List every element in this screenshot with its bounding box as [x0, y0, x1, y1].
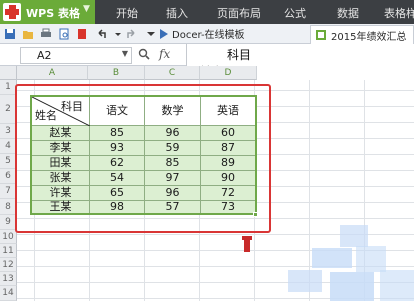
- watermark-block: [330, 272, 374, 301]
- name-box[interactable]: A2 ▼: [20, 47, 132, 64]
- export-pdf-icon[interactable]: [76, 28, 88, 40]
- insert-function-button[interactable]: fx: [159, 47, 170, 61]
- formula-bar: A2 ▼ fx 科目 姓名: [0, 44, 414, 79]
- watermark-block: [356, 246, 386, 272]
- row-header[interactable]: 10: [0, 230, 17, 244]
- row-header[interactable]: 12: [0, 258, 17, 272]
- document-tab-label: 2015年绩效汇总: [331, 32, 407, 43]
- wps-logo-icon: [3, 3, 21, 21]
- watermark-block: [288, 270, 322, 292]
- watermark-block: [312, 248, 352, 268]
- watermark-block: [340, 225, 368, 247]
- zoom-icon[interactable]: [138, 48, 150, 60]
- row-header[interactable]: 14: [0, 286, 17, 301]
- customize-toolbar-icon[interactable]: [145, 28, 157, 40]
- docer-icon: [160, 29, 168, 39]
- tab-page-layout[interactable]: 页面布局: [217, 5, 261, 21]
- column-header-a[interactable]: A: [17, 66, 88, 80]
- save-icon[interactable]: [4, 28, 16, 40]
- template-tab[interactable]: Docer-在线模板: [172, 26, 245, 41]
- ribbon-bar: WPS 表格 ▼ 开始 插入 页面布局 公式 数据 表格样: [0, 0, 414, 24]
- column-header-d[interactable]: D: [200, 66, 257, 80]
- select-all-corner[interactable]: [0, 66, 17, 80]
- name-box-value: A2: [37, 49, 52, 62]
- tab-home[interactable]: 开始: [116, 5, 138, 21]
- tab-insert[interactable]: 插入: [166, 5, 188, 21]
- print-icon[interactable]: [40, 28, 52, 40]
- formula-line-1: 科目: [227, 48, 252, 62]
- app-menu-button[interactable]: WPS 表格 ▼: [0, 0, 95, 24]
- tab-formulas[interactable]: 公式: [284, 5, 306, 21]
- chevron-down-icon: ▼: [83, 4, 90, 14]
- row-header[interactable]: 13: [0, 272, 17, 286]
- highlight-frame: [15, 84, 271, 233]
- column-header-c[interactable]: C: [145, 66, 200, 80]
- cursor-marker: [244, 238, 250, 252]
- undo-icon[interactable]: [96, 28, 108, 40]
- quick-access-toolbar: Docer-在线模板 2015年绩效汇总: [0, 24, 414, 44]
- spreadsheet-file-icon: [316, 30, 326, 40]
- chevron-down-icon[interactable]: ▼: [122, 49, 128, 58]
- open-icon[interactable]: [22, 28, 34, 40]
- document-tab[interactable]: 2015年绩效汇总: [310, 25, 414, 44]
- column-header-b[interactable]: B: [88, 66, 145, 80]
- app-name: WPS 表格: [26, 7, 80, 20]
- tab-data[interactable]: 数据: [337, 5, 359, 21]
- undo-dropdown-icon[interactable]: [112, 28, 124, 40]
- watermark-block: [380, 270, 414, 301]
- redo-icon[interactable]: [125, 28, 137, 40]
- row-header[interactable]: 11: [0, 244, 17, 258]
- tab-table-style[interactable]: 表格样: [384, 5, 414, 21]
- print-preview-icon[interactable]: [58, 28, 70, 40]
